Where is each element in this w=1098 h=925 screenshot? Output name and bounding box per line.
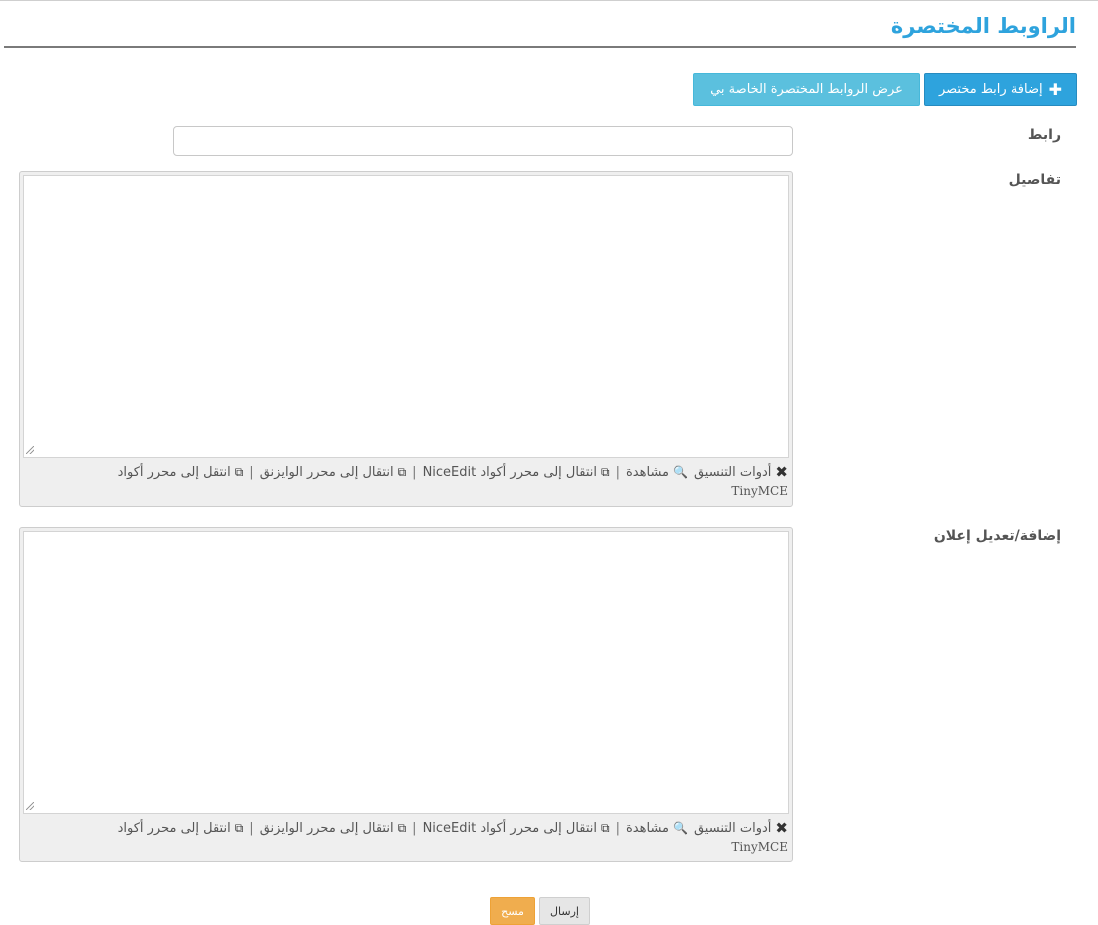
format-tools-link[interactable]: ✖ أدوات التنسيق <box>694 463 788 482</box>
add-short-link-button[interactable]: ✚ إضافة رابط مختصر <box>924 73 1077 106</box>
go-tinymce-label: انتقل إلى محرر أكواد <box>117 465 231 480</box>
toolbar-separator: | <box>615 465 620 480</box>
toolbar-separator: | <box>249 465 254 480</box>
format-tools-link[interactable]: ✖ أدوات التنسيق <box>694 819 788 838</box>
window-switch-icon: ⧉ <box>234 465 244 479</box>
link-label: رابط <box>1027 127 1061 143</box>
title-divider <box>4 46 1076 48</box>
clear-button[interactable]: مسح <box>490 897 535 925</box>
go-tinymce-label-cont[interactable]: TinyMCE <box>24 482 788 501</box>
toolbar-separator: | <box>615 821 620 836</box>
search-icon: 🔍 <box>673 821 688 835</box>
toolbar-separator: | <box>249 821 254 836</box>
ad-textarea[interactable] <box>23 531 789 814</box>
details-editor: ✖ أدوات التنسيق 🔍 مشاهدة | ⧉ انتقال إلى … <box>19 171 793 507</box>
ad-editor: ✖ أدوات التنسيق 🔍 مشاهدة | ⧉ انتقال إلى … <box>19 527 793 862</box>
go-tinymce-link[interactable]: ⧉ انتقل إلى محرر أكواد <box>118 463 244 482</box>
resize-handle-icon[interactable] <box>26 802 34 810</box>
search-icon: 🔍 <box>673 465 688 479</box>
go-niceedit-link[interactable]: ⧉ انتقال إلى محرر أكواد NiceEdit <box>423 819 610 838</box>
go-wysiwyg-link[interactable]: ⧉ انتقال إلى محرر الوايزنق <box>260 463 406 482</box>
window-switch-icon: ⧉ <box>397 465 407 479</box>
go-tinymce-link[interactable]: ⧉ انتقل إلى محرر أكواد <box>118 819 244 838</box>
format-tools-label: أدوات التنسيق <box>693 821 772 836</box>
wrench-screwdriver-icon: ✖ <box>775 819 788 837</box>
go-tinymce-label: انتقل إلى محرر أكواد <box>117 821 231 836</box>
add-short-link-label: إضافة رابط مختصر <box>938 82 1043 97</box>
link-input[interactable] <box>173 126 793 156</box>
view-my-short-links-label: عرض الروابط المختصرة الخاصة بي <box>710 82 903 97</box>
resize-handle-icon[interactable] <box>26 446 34 454</box>
preview-link[interactable]: 🔍 مشاهدة <box>626 463 688 482</box>
window-switch-icon: ⧉ <box>234 821 244 835</box>
go-tinymce-label-cont[interactable]: TinyMCE <box>24 838 788 857</box>
toolbar-separator: | <box>412 821 417 836</box>
format-tools-label: أدوات التنسيق <box>693 465 772 480</box>
go-wysiwyg-label: انتقال إلى محرر الوايزنق <box>259 821 394 836</box>
toolbar-separator: | <box>412 465 417 480</box>
go-niceedit-label: انتقال إلى محرر أكواد NiceEdit <box>422 821 598 836</box>
details-editor-toolbar: ✖ أدوات التنسيق 🔍 مشاهدة | ⧉ انتقال إلى … <box>24 463 788 501</box>
view-my-short-links-button[interactable]: عرض الروابط المختصرة الخاصة بي <box>693 73 920 106</box>
window-switch-icon: ⧉ <box>397 821 407 835</box>
preview-label: مشاهدة <box>626 821 670 836</box>
go-wysiwyg-link[interactable]: ⧉ انتقال إلى محرر الوايزنق <box>260 819 406 838</box>
preview-label: مشاهدة <box>626 465 670 480</box>
wrench-screwdriver-icon: ✖ <box>775 463 788 481</box>
go-niceedit-link[interactable]: ⧉ انتقال إلى محرر أكواد NiceEdit <box>423 463 610 482</box>
top-border <box>0 0 1098 1</box>
ad-editor-toolbar: ✖ أدوات التنسيق 🔍 مشاهدة | ⧉ انتقال إلى … <box>24 819 788 857</box>
details-textarea[interactable] <box>23 175 789 458</box>
preview-link[interactable]: 🔍 مشاهدة <box>626 819 688 838</box>
details-label: تفاصيل <box>1008 172 1061 188</box>
go-wysiwyg-label: انتقال إلى محرر الوايزنق <box>259 465 394 480</box>
ad-label: إضافة/تعديل إعلان <box>933 528 1061 544</box>
window-switch-icon: ⧉ <box>601 821 610 835</box>
go-niceedit-label: انتقال إلى محرر أكواد NiceEdit <box>422 465 598 480</box>
window-switch-icon: ⧉ <box>601 465 610 479</box>
plus-icon: ✚ <box>1048 79 1063 99</box>
submit-button[interactable]: إرسال <box>539 897 590 925</box>
page-title: الراوبط المختصرة <box>890 14 1076 38</box>
